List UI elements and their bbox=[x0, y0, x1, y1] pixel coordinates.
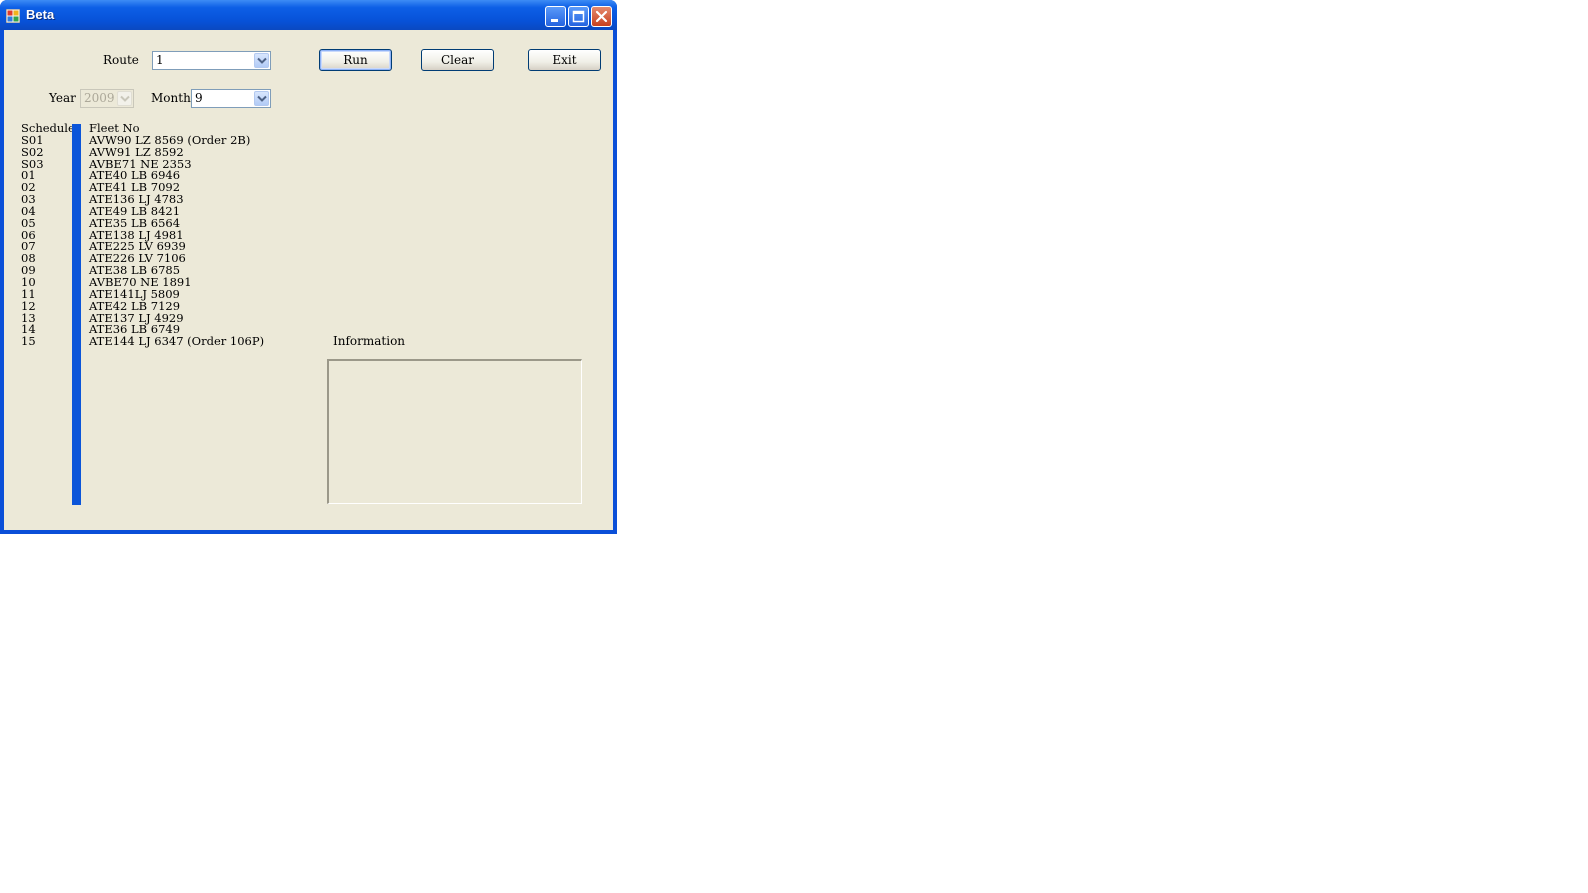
route-value: 1 bbox=[156, 53, 164, 67]
month-dropdown-arrow[interactable] bbox=[254, 91, 269, 106]
main-window: Beta Route 1 Year 2009 Month 9 Run Clear… bbox=[0, 0, 617, 534]
schedule-column: Schedule S01 S02 S03 01 02 03 04 05 06 0… bbox=[21, 122, 75, 349]
minimize-button[interactable] bbox=[545, 6, 566, 27]
minimize-icon bbox=[551, 19, 558, 22]
year-label: Year bbox=[49, 91, 76, 105]
chevron-down-icon bbox=[257, 57, 267, 64]
title-bar[interactable]: Beta bbox=[0, 0, 617, 30]
window-title: Beta bbox=[26, 7, 55, 22]
chevron-down-icon bbox=[120, 95, 130, 102]
month-dropdown[interactable]: 9 bbox=[191, 89, 271, 108]
year-dropdown-arrow bbox=[117, 91, 132, 106]
month-value: 9 bbox=[195, 91, 203, 105]
divider-bar bbox=[72, 124, 81, 505]
route-dropdown[interactable]: 1 bbox=[152, 51, 271, 70]
close-icon bbox=[595, 10, 608, 23]
schedule-item: 15 bbox=[21, 334, 36, 349]
month-label: Month bbox=[151, 91, 191, 105]
maximize-icon bbox=[572, 10, 585, 23]
chevron-down-icon bbox=[257, 95, 267, 102]
form-client-area: Route 1 Year 2009 Month 9 Run Clear Exit… bbox=[4, 30, 613, 530]
fleet-item: ATE144 LJ 6347 (Order 106P) bbox=[89, 334, 265, 349]
year-value: 2009 bbox=[84, 91, 115, 105]
year-dropdown: 2009 bbox=[80, 89, 134, 108]
fleet-column: Fleet No AVW90 LZ 8569 (Order 2B) AVW91 … bbox=[89, 122, 319, 349]
app-icon bbox=[5, 8, 21, 24]
run-button[interactable]: Run bbox=[319, 49, 392, 71]
exit-button[interactable]: Exit bbox=[528, 49, 601, 71]
information-label: Information bbox=[333, 334, 406, 348]
route-dropdown-arrow[interactable] bbox=[254, 53, 269, 68]
clear-button[interactable]: Clear bbox=[421, 49, 494, 71]
route-label: Route bbox=[103, 53, 139, 67]
information-box[interactable] bbox=[327, 359, 582, 504]
maximize-button[interactable] bbox=[568, 6, 589, 27]
close-button[interactable] bbox=[591, 6, 612, 27]
